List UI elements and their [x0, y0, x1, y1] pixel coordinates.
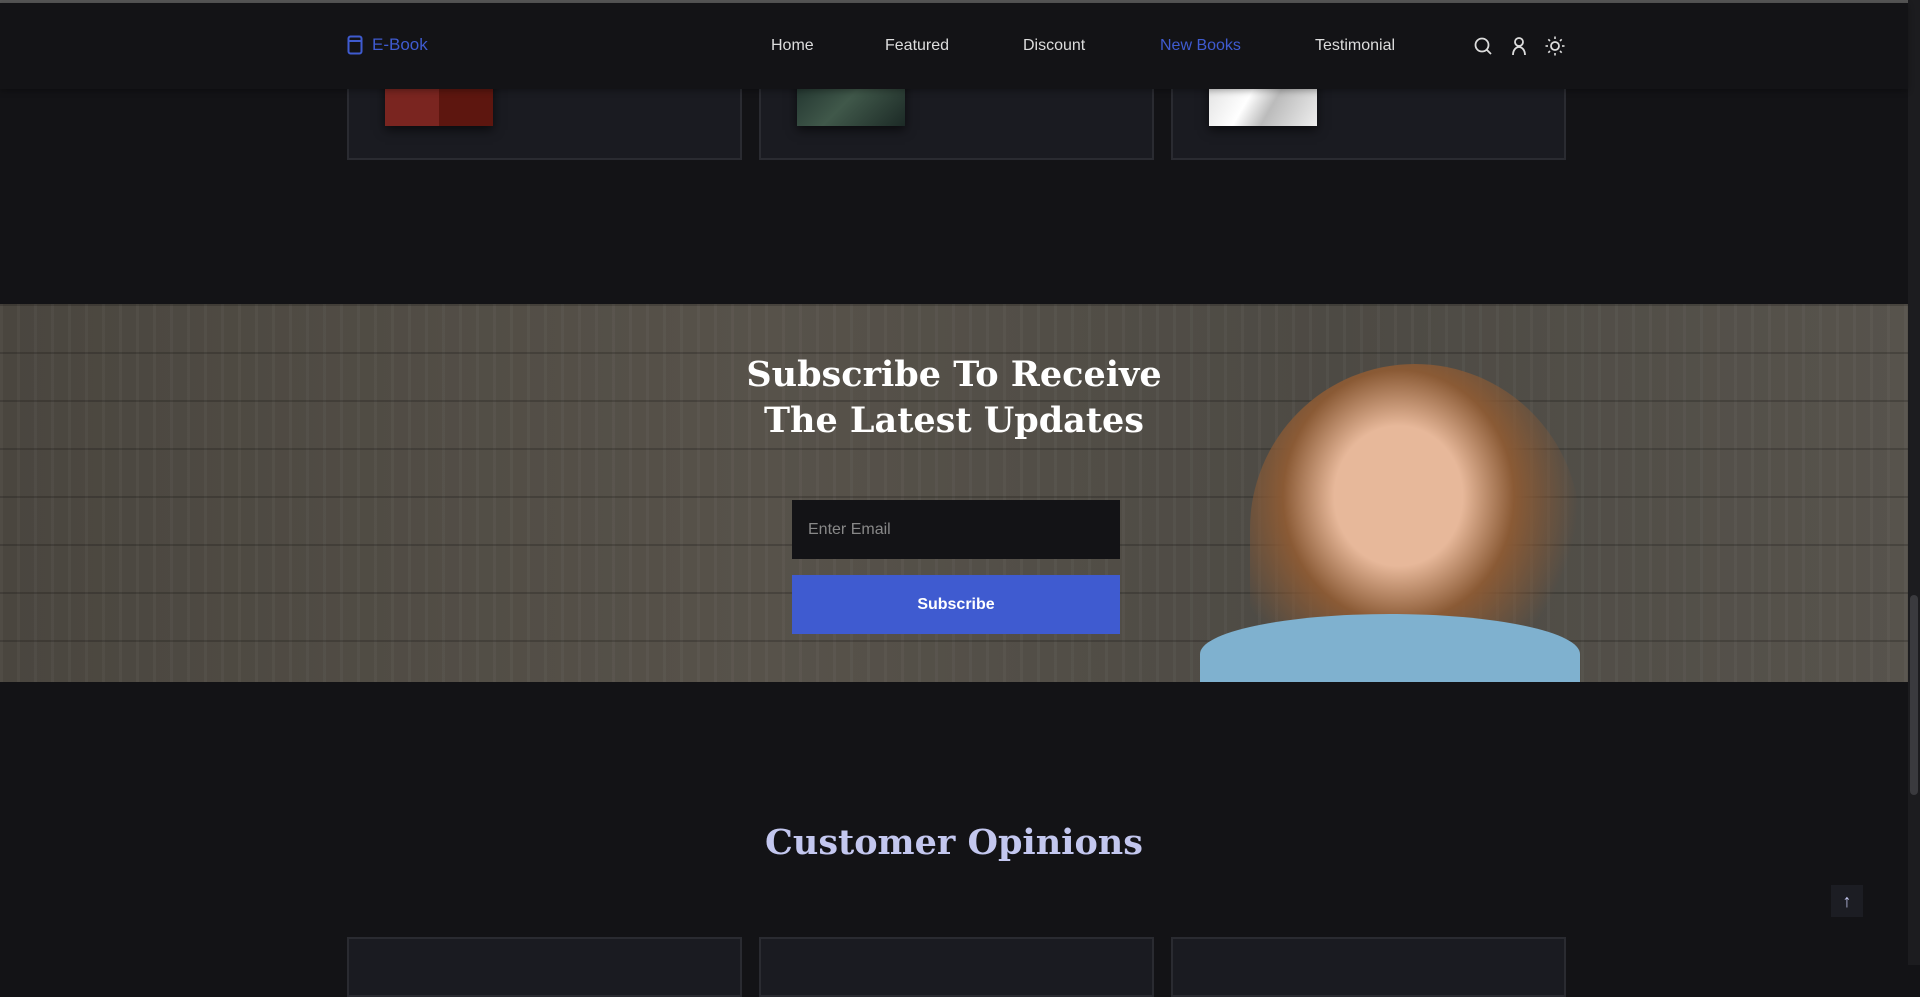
- search-icon[interactable]: [1473, 36, 1493, 56]
- top-navbar: E-Book Home Featured Discount New Books …: [0, 3, 1908, 89]
- nav-discount[interactable]: Discount: [1023, 37, 1085, 55]
- nav-testimonial[interactable]: Testimonial: [1315, 37, 1395, 55]
- nav-featured[interactable]: Featured: [885, 37, 949, 55]
- book-icon: [347, 35, 363, 55]
- scroll-to-top-button[interactable]: ↑: [1831, 885, 1863, 917]
- nav-new-books[interactable]: New Books: [1160, 37, 1241, 55]
- sun-icon[interactable]: [1545, 36, 1565, 56]
- email-input[interactable]: [792, 500, 1120, 559]
- scrollbar-thumb[interactable]: [1910, 595, 1918, 795]
- subscribe-title-line1: Subscribe To Receive: [746, 354, 1162, 395]
- opinion-card: [759, 937, 1154, 997]
- subscribe-title: Subscribe To Receive The Latest Updates: [0, 352, 1908, 444]
- scrollbar[interactable]: [1908, 0, 1920, 965]
- subscribe-title-line2: The Latest Updates: [763, 400, 1144, 441]
- opinion-card: [1171, 937, 1566, 997]
- opinion-card: [347, 937, 742, 997]
- arrow-up-icon: ↑: [1842, 891, 1852, 911]
- customer-opinions-title: Customer Opinions: [765, 822, 1143, 863]
- logo-text: E-Book: [372, 35, 428, 54]
- subscribe-banner: Subscribe To Receive The Latest Updates S…: [0, 304, 1908, 682]
- user-icon[interactable]: [1509, 36, 1529, 56]
- nav-home[interactable]: Home: [771, 37, 814, 55]
- subscribe-button[interactable]: Subscribe: [792, 575, 1120, 634]
- logo-link[interactable]: E-Book: [347, 35, 428, 55]
